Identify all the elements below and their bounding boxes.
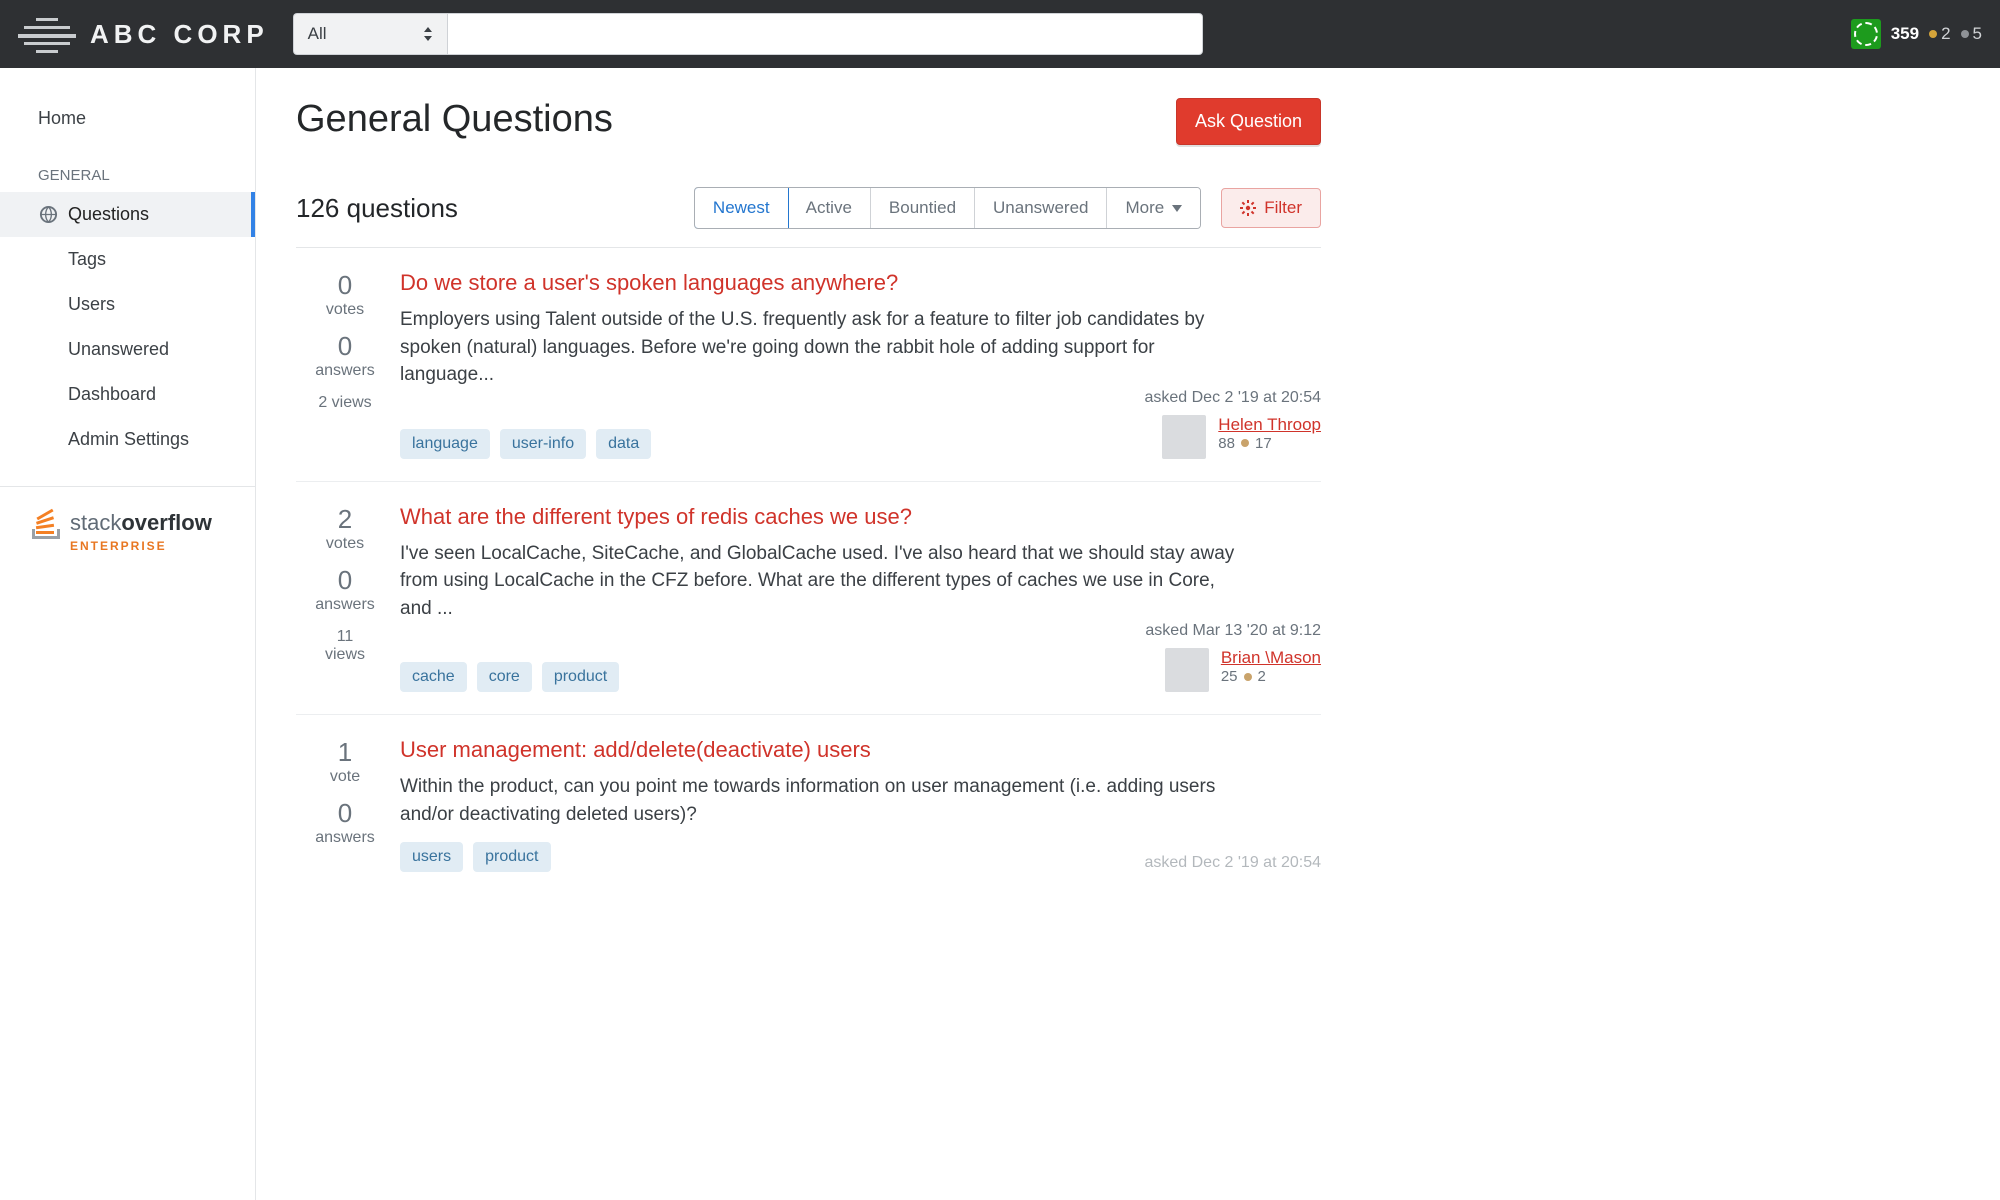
question-item: 0 votes 0 answers 2 views Do we store a … <box>296 248 1321 482</box>
vote-count: 2 <box>296 504 394 535</box>
author-avatar[interactable] <box>1165 648 1209 692</box>
author-avatar[interactable] <box>1162 415 1206 459</box>
tag[interactable]: core <box>477 662 532 692</box>
question-meta: asked Mar 13 '20 at 9:12 Brian \Mason 25… <box>1121 622 1321 692</box>
tag-row: language user-info data <box>400 429 651 459</box>
gear-icon <box>1240 200 1256 216</box>
asked-time: asked Dec 2 '19 at 20:54 <box>1121 389 1321 407</box>
author-bronze: 17 <box>1255 435 1272 452</box>
answer-count: 0 <box>296 331 394 362</box>
tag-row: users product <box>400 842 551 872</box>
chevron-down-icon <box>1172 205 1182 212</box>
author-link[interactable]: Brian \Mason <box>1221 648 1321 667</box>
sidebar-item-users[interactable]: Users <box>0 282 255 327</box>
topbar: ABC CORP All 359 2 5 <box>0 0 2000 68</box>
search-form: All <box>293 13 1203 55</box>
brand-name: ABC CORP <box>90 19 269 50</box>
question-stats: 2 votes 0 answers 11 views <box>296 504 394 693</box>
brand-mark-icon <box>18 14 76 54</box>
filter-button[interactable]: Filter <box>1221 188 1321 228</box>
sidebar-item-label: Questions <box>68 204 149 225</box>
tag[interactable]: data <box>596 429 651 459</box>
page-title: General Questions <box>296 98 613 141</box>
search-scope-value: All <box>308 24 327 44</box>
question-excerpt: Employers using Talent outside of the U.… <box>400 306 1240 389</box>
author-bronze: 2 <box>1258 668 1266 685</box>
view-count: 11 views <box>296 628 394 664</box>
tab-more[interactable]: More <box>1107 188 1200 228</box>
search-input[interactable] <box>447 13 1203 55</box>
tag[interactable]: product <box>542 662 619 692</box>
tag[interactable]: product <box>473 842 550 872</box>
question-meta: asked Dec 2 '19 at 20:54 Helen Throop 88… <box>1121 389 1321 459</box>
so-word1: stack <box>70 510 121 535</box>
tag[interactable]: cache <box>400 662 467 692</box>
question-title-link[interactable]: What are the different types of redis ca… <box>400 504 912 529</box>
asked-time: asked Dec 2 '19 at 20:54 <box>1121 854 1321 872</box>
sidebar-item-admin-settings[interactable]: Admin Settings <box>0 417 255 462</box>
question-count: 126 questions <box>296 193 458 224</box>
brand[interactable]: ABC CORP <box>18 14 269 54</box>
sidebar-item-label: Users <box>68 294 115 315</box>
tab-unanswered[interactable]: Unanswered <box>975 188 1107 228</box>
main-content: General Questions Ask Question 126 quest… <box>256 68 1361 1200</box>
silver-badge-count: 5 <box>1961 24 1982 44</box>
tab-bountied[interactable]: Bountied <box>871 188 975 228</box>
question-meta: asked Dec 2 '19 at 20:54 <box>1121 854 1321 872</box>
globe-icon <box>38 205 58 225</box>
author-link[interactable]: Helen Throop <box>1218 415 1321 434</box>
sidebar-item-label: Tags <box>68 249 106 270</box>
tab-active[interactable]: Active <box>788 188 871 228</box>
stackoverflow-brand: stackoverflow ENTERPRISE <box>0 486 255 573</box>
sidebar-section-label: GENERAL <box>0 159 255 192</box>
bronze-dot-icon <box>1241 439 1249 447</box>
question-title-link[interactable]: Do we store a user's spoken languages an… <box>400 270 898 295</box>
reputation-score[interactable]: 359 <box>1891 24 1919 44</box>
sidebar-item-questions[interactable]: Questions <box>0 192 255 237</box>
sidebar-item-tags[interactable]: Tags <box>0 237 255 282</box>
sort-tabs: Newest Active Bountied Unanswered More <box>694 187 1201 229</box>
sidebar-item-unanswered[interactable]: Unanswered <box>0 327 255 372</box>
question-item: 2 votes 0 answers 11 views What are the … <box>296 482 1321 716</box>
chevron-updown-icon <box>423 27 433 41</box>
sidebar-item-label: Admin Settings <box>68 429 189 450</box>
question-item: 1 vote 0 answers User management: add/de… <box>296 715 1321 894</box>
answer-count: 0 <box>296 565 394 596</box>
question-excerpt: I've seen LocalCache, SiteCache, and Glo… <box>400 540 1240 623</box>
bronze-dot-icon <box>1244 673 1252 681</box>
author-rep: 88 <box>1218 435 1235 452</box>
user-area: 359 2 5 <box>1851 19 1982 49</box>
tag[interactable]: users <box>400 842 463 872</box>
sidebar-item-dashboard[interactable]: Dashboard <box>0 372 255 417</box>
tab-newest[interactable]: Newest <box>694 187 789 229</box>
avatar[interactable] <box>1851 19 1881 49</box>
ask-question-button[interactable]: Ask Question <box>1176 98 1321 145</box>
sidebar-item-home[interactable]: Home <box>0 96 255 141</box>
answer-count: 0 <box>296 798 394 829</box>
tag-row: cache core product <box>400 662 619 692</box>
tag[interactable]: user-info <box>500 429 586 459</box>
view-count: 2 views <box>296 394 394 412</box>
question-stats: 1 vote 0 answers <box>296 737 394 872</box>
so-subtitle: ENTERPRISE <box>70 539 223 553</box>
asked-time: asked Mar 13 '20 at 9:12 <box>1121 622 1321 640</box>
so-word2: overflow <box>121 510 211 535</box>
gold-badge-count: 2 <box>1929 24 1950 44</box>
sidebar: Home GENERAL Questions Tags Users Unansw… <box>0 68 256 1200</box>
question-title-link[interactable]: User management: add/delete(deactivate) … <box>400 737 871 762</box>
search-scope-select[interactable]: All <box>293 13 447 55</box>
sidebar-item-label: Dashboard <box>68 384 156 405</box>
question-stats: 0 votes 0 answers 2 views <box>296 270 394 459</box>
question-excerpt: Within the product, can you point me tow… <box>400 773 1240 828</box>
stackoverflow-icon <box>32 507 60 539</box>
vote-count: 1 <box>296 737 394 768</box>
vote-count: 0 <box>296 270 394 301</box>
tag[interactable]: language <box>400 429 490 459</box>
sidebar-item-label: Home <box>38 108 86 129</box>
sidebar-item-label: Unanswered <box>68 339 169 360</box>
author-rep: 25 <box>1221 668 1238 685</box>
